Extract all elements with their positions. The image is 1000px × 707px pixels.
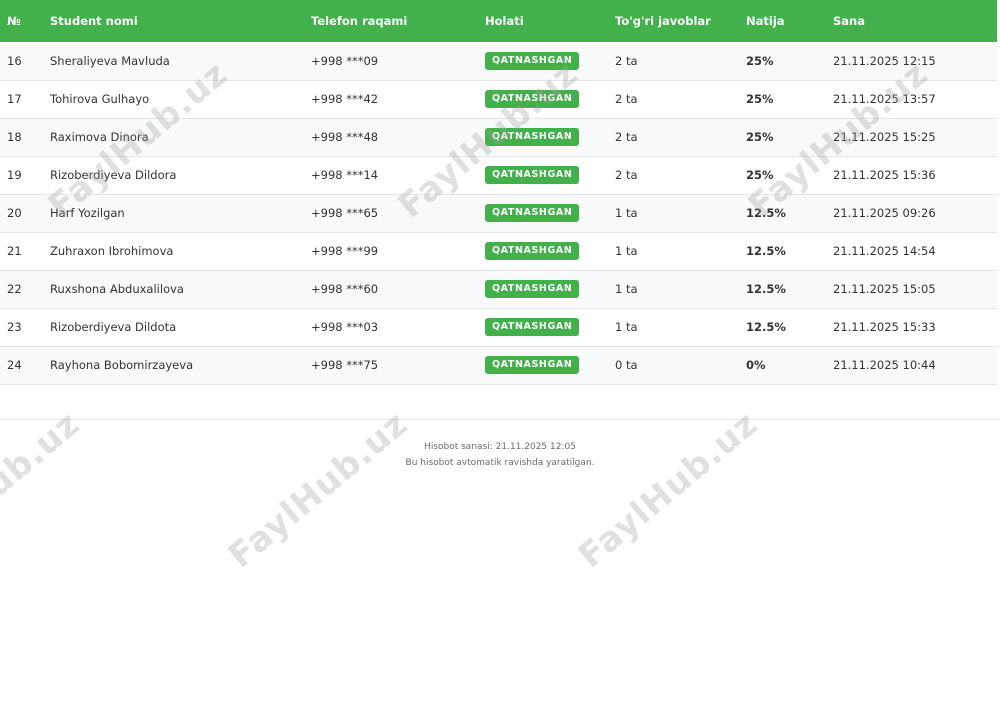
status-cell: QATNASHGAN [478,118,608,157]
phone-number: +998 ***60 [304,270,478,309]
correct-answers: 1 ta [608,308,739,347]
correct-answers: 1 ta [608,270,739,309]
result-percent: 12.5% [739,308,826,347]
correct-answers: 2 ta [608,118,739,157]
result-percent: 25% [739,42,826,81]
student-name: Rayhona Bobomirzayeva [43,346,304,385]
student-name: Ruxshona Abduxalilova [43,270,304,309]
table-row: 17 Tohirova Gulhayo +998 ***42 QATNASHGAN 2 … [0,80,997,119]
row-num: 17 [0,80,43,119]
header-row: № Student nomi Telefon raqami Holati To'… [0,0,997,42]
status-badge: QATNASHGAN [485,204,580,222]
status-badge: QATNASHGAN [485,51,580,70]
phone-number: +998 ***48 [304,118,478,157]
row-num: 23 [0,308,43,347]
submission-date: 21.11.2025 10:44 [826,346,997,385]
header-phone: Telefon raqami [311,14,408,28]
student-name: Raximova Dinora [43,118,304,157]
status-badge: QATNASHGAN [485,318,580,336]
submission-date: 21.11.2025 15:25 [826,118,997,157]
submission-date: 21.11.2025 15:33 [826,308,997,347]
table-row: 19 Rizoberdiyeva Dildora +998 ***14 QATNASH… [0,156,997,195]
table-row: 18 Raximova Dinora +998 ***48 QATNASHGAN 2 t… [0,118,997,157]
correct-answers: 1 ta [608,194,739,233]
row-num: 19 [0,156,43,195]
status-cell: QATNASHGAN [478,308,608,347]
header-result: Natija [746,14,785,28]
student-name: Zuhraxon Ibrohimova [43,232,304,271]
row-num: 16 [0,42,43,81]
student-name: Harf Yozilgan [43,194,304,233]
table-header: № Student nomi Telefon raqami Holati To'… [0,0,997,42]
status-cell: QATNASHGAN [478,232,608,271]
student-name: Tohirova Gulhayo [43,80,304,119]
table-row: 24 Rayhona Bobomirzayeva +998 ***75 QATNASH… [0,346,997,385]
phone-number: +998 ***14 [304,156,478,195]
status-badge: QATNASHGAN [485,166,580,184]
correct-answers: 0 ta [608,346,739,385]
row-num: 20 [0,194,43,233]
phone-number: +998 ***42 [304,80,478,119]
table-row: 22 Ruxshona Abduxalilova +998 ***60 QATNASH… [0,270,997,309]
phone-number: +998 ***75 [304,346,478,385]
status-cell: QATNASHGAN [478,194,608,233]
status-cell: QATNASHGAN [478,156,608,195]
result-percent: 12.5% [739,232,826,271]
correct-answers: 2 ta [608,42,739,81]
status-badge: QATNASHGAN [485,90,580,108]
result-percent: 12.5% [739,194,826,233]
header-correct: To'g'ri javoblar [615,14,711,28]
status-cell: QATNASHGAN [478,346,608,385]
table-row: 23 Rizoberdiyeva Dildota +998 ***03 QATNASH… [0,308,997,347]
report-note: Bu hisobot avtomatik ravishda yaratilgan… [405,458,595,468]
submission-date: 21.11.2025 09:26 [826,194,997,233]
status-badge: QATNASHGAN [485,280,580,298]
row-num: 18 [0,118,43,157]
footer-divider [0,419,1000,420]
status-badge: QATNASHGAN [485,128,580,146]
phone-number: +998 ***99 [304,232,478,271]
results-table: № Student nomi Telefon raqami Holati To'… [0,0,997,385]
status-badge: QATNASHGAN [485,356,580,374]
table-row: 21 Zuhraxon Ibrohimova +998 ***99 QATNASHGA… [0,232,997,271]
result-percent: 0% [739,346,826,385]
submission-date: 21.11.2025 15:36 [826,156,997,195]
correct-answers: 1 ta [608,232,739,271]
status-badge: QATNASHGAN [485,242,580,260]
row-num: 22 [0,270,43,309]
row-num: 21 [0,232,43,271]
phone-number: +998 ***09 [304,42,478,81]
status-cell: QATNASHGAN [478,270,608,309]
phone-number: +998 ***03 [304,308,478,347]
table-body: 16 Sheraliyeva Mavluda +998 ***09 QATNASHGA… [0,42,997,385]
header-date: Sana [833,14,865,28]
status-cell: QATNASHGAN [478,42,608,81]
student-name: Rizoberdiyeva Dildora [43,156,304,195]
result-percent: 12.5% [739,270,826,309]
phone-number: +998 ***65 [304,194,478,233]
correct-answers: 2 ta [608,80,739,119]
table-row: 20 Harf Yozilgan +998 ***65 QATNASHGAN 1 ta 1… [0,194,997,233]
header-status: Holati [485,14,524,28]
header-name: Student nomi [50,14,138,28]
report-date: Hisobot sanasi: 21.11.2025 12:05 [424,442,576,452]
table-row: 16 Sheraliyeva Mavluda +998 ***09 QATNASHGA… [0,42,997,81]
result-percent: 25% [739,118,826,157]
watermark: FaylHub.uz [570,403,766,577]
student-name: Sheraliyeva Mavluda [43,42,304,81]
correct-answers: 2 ta [608,156,739,195]
result-percent: 25% [739,156,826,195]
result-percent: 25% [739,80,826,119]
header-num: № [7,14,21,28]
student-name: Rizoberdiyeva Dildota [43,308,304,347]
submission-date: 21.11.2025 12:15 [826,42,997,81]
row-num: 24 [0,346,43,385]
watermark: FaylHub.uz [220,403,416,577]
status-cell: QATNASHGAN [478,80,608,119]
watermark: FaylHub.uz [0,403,88,577]
submission-date: 21.11.2025 13:57 [826,80,997,119]
submission-date: 21.11.2025 14:54 [826,232,997,271]
submission-date: 21.11.2025 15:05 [826,270,997,309]
